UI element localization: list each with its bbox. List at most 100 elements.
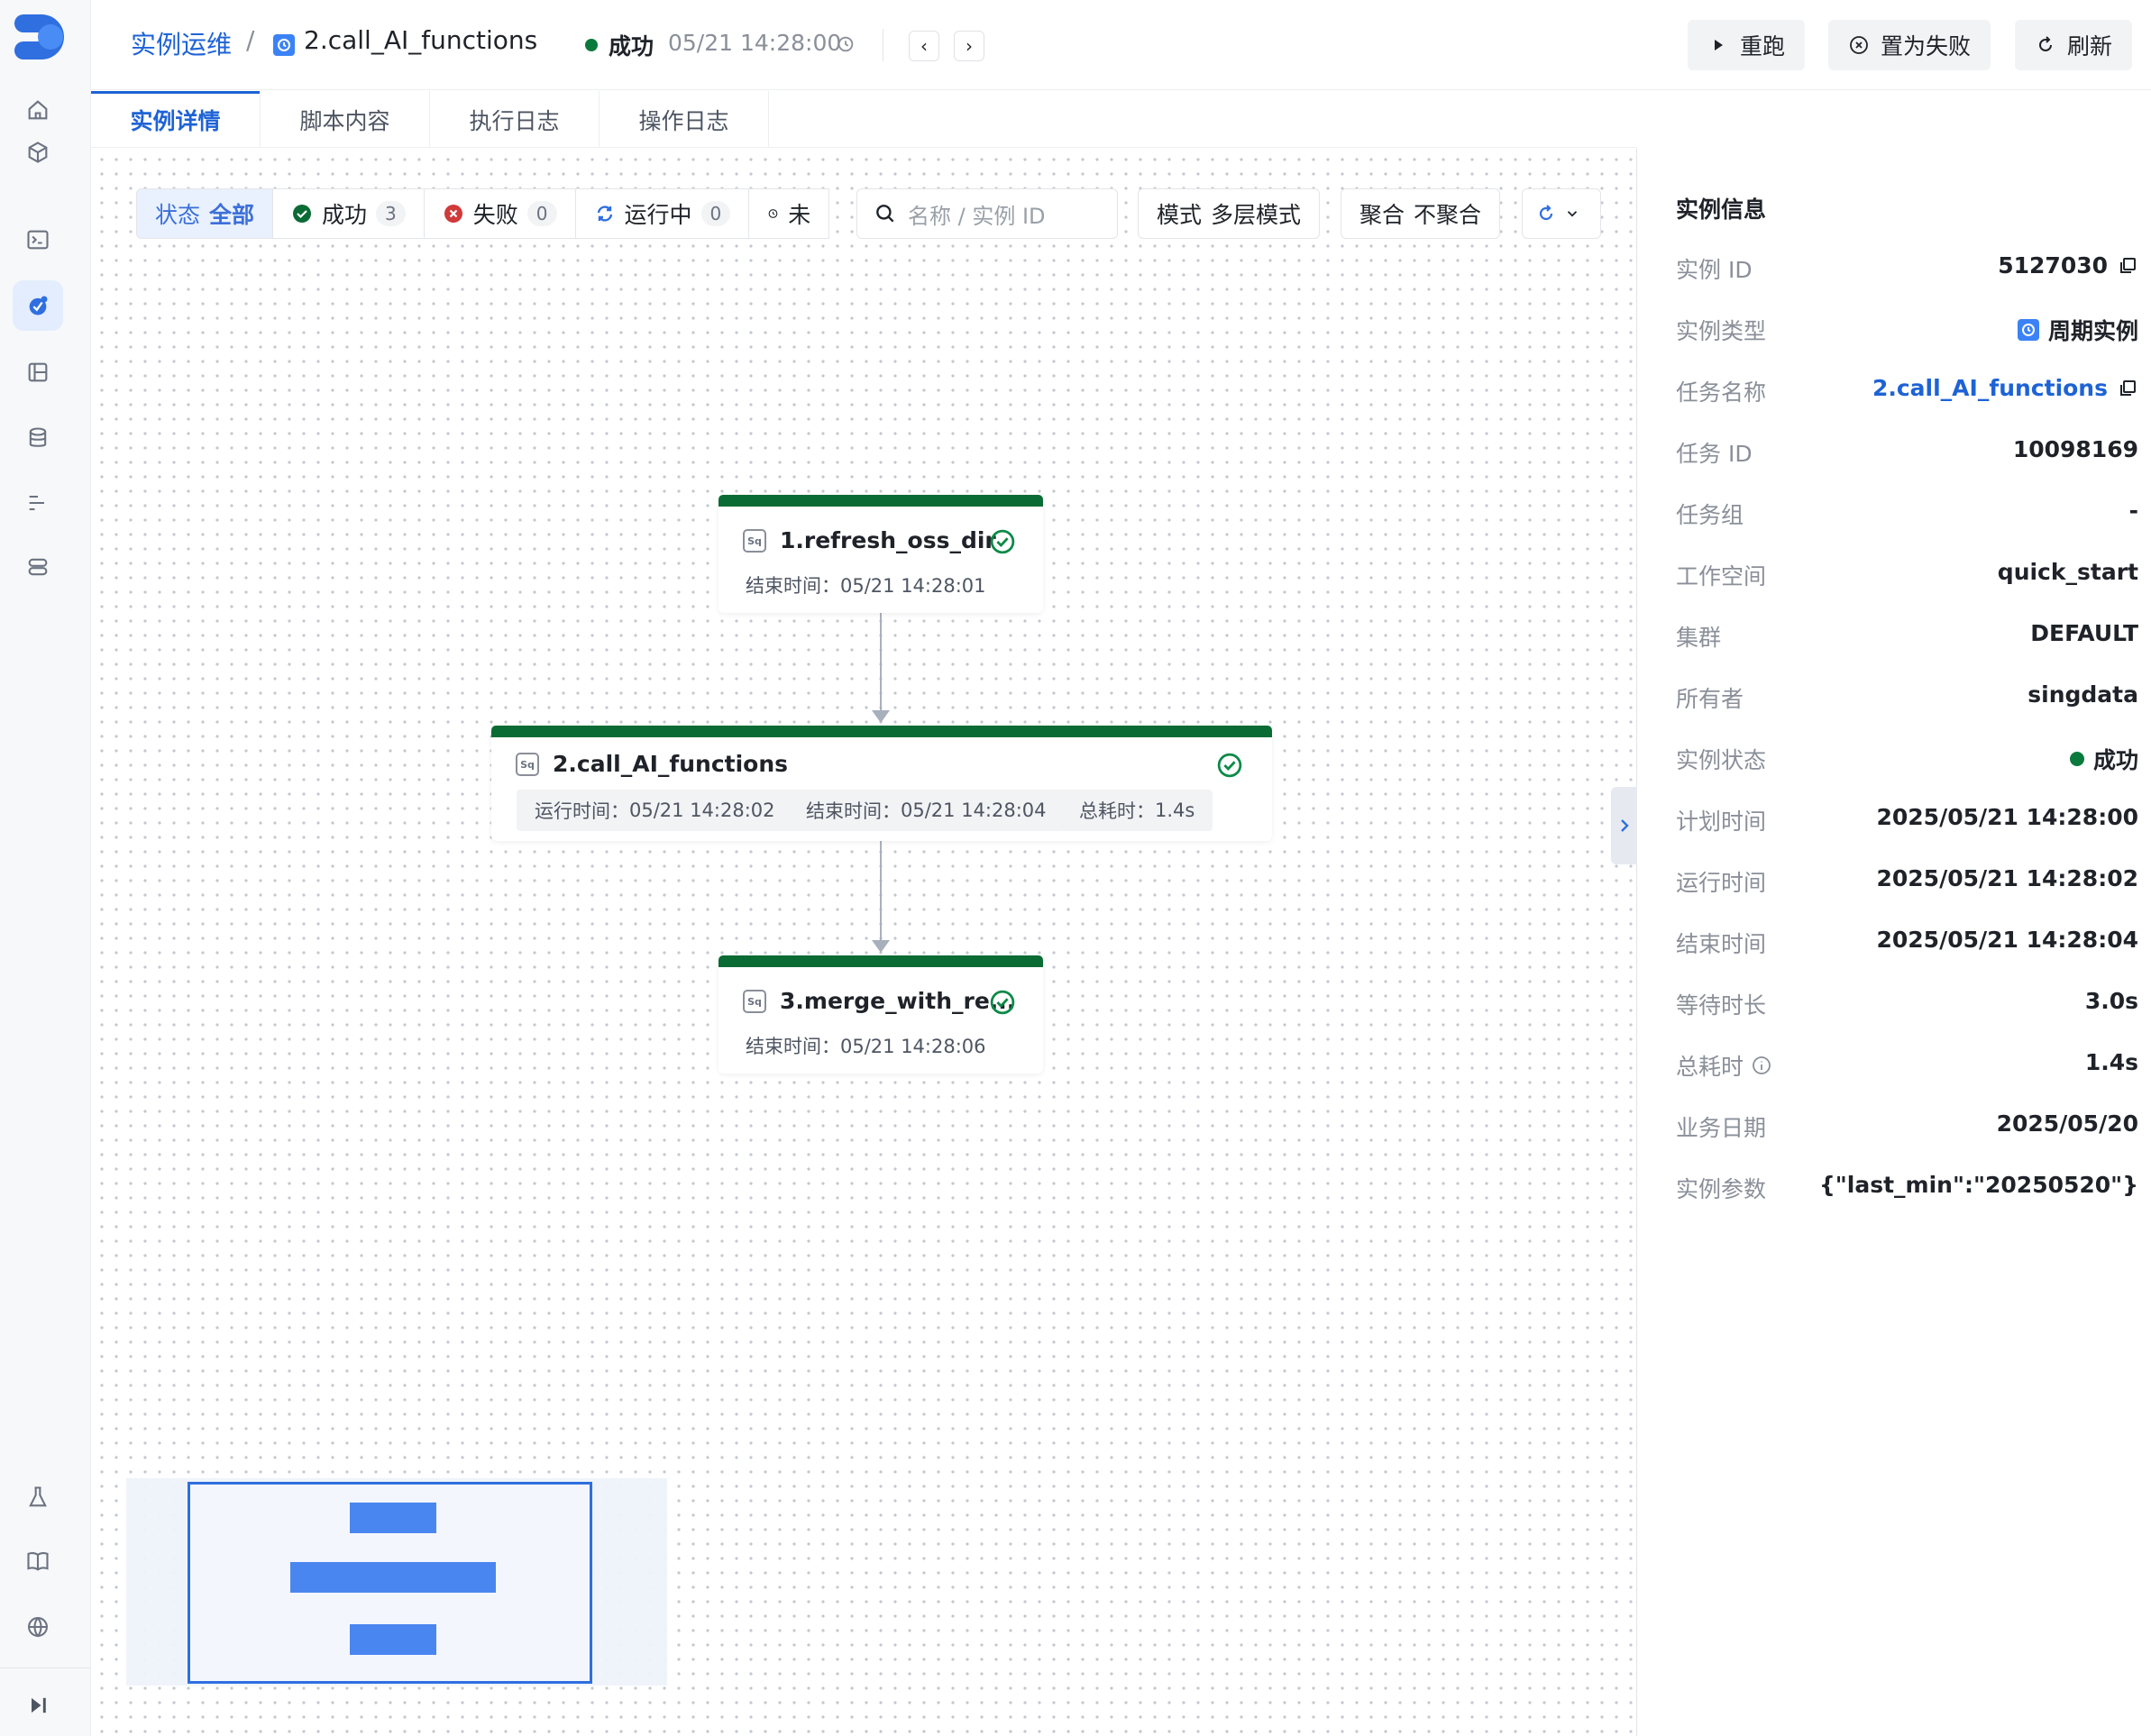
node-status-bar xyxy=(719,955,1043,967)
panel-toggle-button[interactable] xyxy=(1611,787,1637,864)
arrow-icon xyxy=(872,710,890,723)
minimap-node xyxy=(290,1562,496,1593)
run-time-label: 运行时间： xyxy=(535,800,629,822)
chevron-down-icon xyxy=(1567,211,1578,217)
refresh-label: 刷新 xyxy=(2067,33,2113,59)
dag-edge xyxy=(880,841,882,940)
copy-icon[interactable] xyxy=(2117,255,2138,277)
info-label: 任务名称 xyxy=(1676,379,1767,406)
flask-icon[interactable] xyxy=(13,1472,63,1522)
clock-icon xyxy=(838,36,854,52)
collapse-icon[interactable] xyxy=(13,1680,63,1731)
node-end-value: 05/21 14:28:06 xyxy=(840,1036,986,1057)
info-label-total-cost: 总耗时 xyxy=(1676,1049,1772,1082)
filter-running-label: 运行中 xyxy=(624,202,692,228)
success-check-icon xyxy=(1217,753,1242,778)
list-icon[interactable] xyxy=(13,478,63,528)
filter-running[interactable]: 运行中 0 xyxy=(574,188,750,239)
globe-icon[interactable] xyxy=(13,1602,63,1652)
task-name-link[interactable]: 2.call_AI_functions xyxy=(1872,375,2108,401)
node-end-time: 结束时间：05/21 14:28:01 xyxy=(746,571,986,598)
aggregate-value: 不聚合 xyxy=(1414,202,1482,228)
tab-operation-log[interactable]: 操作日志 xyxy=(600,91,769,148)
check-circle-icon xyxy=(293,205,312,223)
error-circle-icon xyxy=(444,205,462,223)
search-icon xyxy=(876,205,894,223)
node-status-bar xyxy=(719,495,1043,507)
book-icon[interactable] xyxy=(13,347,63,397)
end-time-value: 05/21 14:28:04 xyxy=(901,799,1047,821)
info-value-instance-id: 5127030 xyxy=(1998,252,2138,279)
status-filter-bar: 状态 全部 成功 3 失败 0 运行中 0 未 xyxy=(136,188,830,239)
filter-pending-label: 未 xyxy=(788,202,811,228)
refresh-button[interactable]: 刷新 xyxy=(2015,20,2133,70)
docs-icon[interactable] xyxy=(13,1536,63,1586)
info-value-end-time: 2025/05/21 14:28:04 xyxy=(1876,927,2139,953)
refresh-icon xyxy=(1539,205,1553,221)
tab-instance-detail[interactable]: 实例详情 xyxy=(91,91,261,148)
copy-icon[interactable] xyxy=(2117,378,2138,399)
info-label: 任务组 xyxy=(1676,502,1744,528)
info-value-cluster: DEFAULT xyxy=(2030,620,2138,646)
cost-chip: 总耗时： 1.4s xyxy=(1061,790,1213,831)
info-label: 实例状态 xyxy=(1676,747,1767,773)
storage-icon[interactable] xyxy=(13,542,63,592)
sql-type-icon: Sq xyxy=(743,990,766,1013)
package-icon[interactable] xyxy=(13,127,63,178)
info-label: 所有者 xyxy=(1676,686,1744,712)
success-check-icon xyxy=(990,529,1015,554)
info-icon[interactable] xyxy=(1751,1055,1772,1076)
terminal-icon[interactable] xyxy=(13,215,63,265)
info-value-biz-date: 2025/05/20 xyxy=(1996,1110,2138,1137)
breadcrumb-root[interactable]: 实例运维 xyxy=(131,25,232,61)
node-name: 3.merge_with_re... xyxy=(780,988,1016,1014)
filter-success[interactable]: 成功 3 xyxy=(272,188,425,239)
info-label: 集群 xyxy=(1676,625,1722,651)
rerun-button[interactable]: 重跑 xyxy=(1688,20,1806,70)
dag-node[interactable]: Sq 1.refresh_oss_dir 结束时间：05/21 14:28:01 xyxy=(719,495,1043,613)
end-time-label: 结束时间： xyxy=(806,800,901,822)
nav-divider xyxy=(0,1667,90,1668)
chevron-right-icon xyxy=(1620,819,1629,832)
page-title: 2.call_AI_functions xyxy=(304,25,538,55)
filter-failed[interactable]: 失败 0 xyxy=(423,188,576,239)
set-failed-label: 置为失败 xyxy=(1881,33,1972,59)
dag-node-current[interactable]: Sq 2.call_AI_functions 运行时间： 05/21 14:28:… xyxy=(491,726,1272,841)
filter-success-label: 成功 xyxy=(322,202,368,228)
next-instance-button[interactable]: › xyxy=(954,31,984,61)
info-label: 运行时间 xyxy=(1676,870,1767,896)
search-input[interactable]: 名称 / 实例 ID xyxy=(856,188,1118,239)
schedule-icon xyxy=(273,34,295,56)
set-failed-button[interactable]: 置为失败 xyxy=(1828,20,1991,70)
canvas-refresh-dropdown[interactable] xyxy=(1522,188,1601,239)
info-value-task-group: - xyxy=(2128,498,2138,524)
info-value-run-time: 2025/05/21 14:28:02 xyxy=(1876,865,2139,891)
mode-select[interactable]: 模式 多层模式 xyxy=(1138,188,1321,239)
filter-all[interactable]: 状态 全部 xyxy=(136,188,274,239)
status-time: 05/21 14:28:00 xyxy=(668,30,842,56)
tab-execution-log[interactable]: 执行日志 xyxy=(430,91,600,148)
filter-pending[interactable]: 未 xyxy=(748,188,830,239)
status-dot xyxy=(2069,752,2084,766)
prev-instance-button[interactable]: ‹ xyxy=(909,31,939,61)
node-status-bar xyxy=(491,726,1272,737)
info-label: 计划时间 xyxy=(1676,809,1767,835)
tab-script-content[interactable]: 脚本内容 xyxy=(261,91,430,148)
node-end-label: 结束时间： xyxy=(746,1036,840,1057)
close-circle-icon xyxy=(1850,36,1868,54)
minimap-node xyxy=(350,1503,436,1533)
dag-node[interactable]: Sq 3.merge_with_re... 结束时间：05/21 14:28:0… xyxy=(719,955,1043,1074)
ops-icon[interactable] xyxy=(13,280,63,331)
mode-label: 模式 xyxy=(1157,202,1203,228)
filter-running-count: 0 xyxy=(700,201,731,226)
info-value-total-cost: 1.4s xyxy=(2084,1049,2138,1075)
node-name: 1.refresh_oss_dir xyxy=(780,527,996,553)
node-name: 2.call_AI_functions xyxy=(553,751,789,777)
info-value-task-name[interactable]: 2.call_AI_functions xyxy=(1872,375,2138,401)
database-icon[interactable] xyxy=(13,413,63,463)
info-value-task-id: 10098169 xyxy=(2012,436,2138,462)
node-end-time: 结束时间：05/21 14:28:06 xyxy=(746,1032,986,1059)
aggregate-select[interactable]: 聚合 不聚合 xyxy=(1341,188,1501,239)
mode-value: 多层模式 xyxy=(1211,202,1302,228)
sql-type-icon: Sq xyxy=(743,529,766,553)
